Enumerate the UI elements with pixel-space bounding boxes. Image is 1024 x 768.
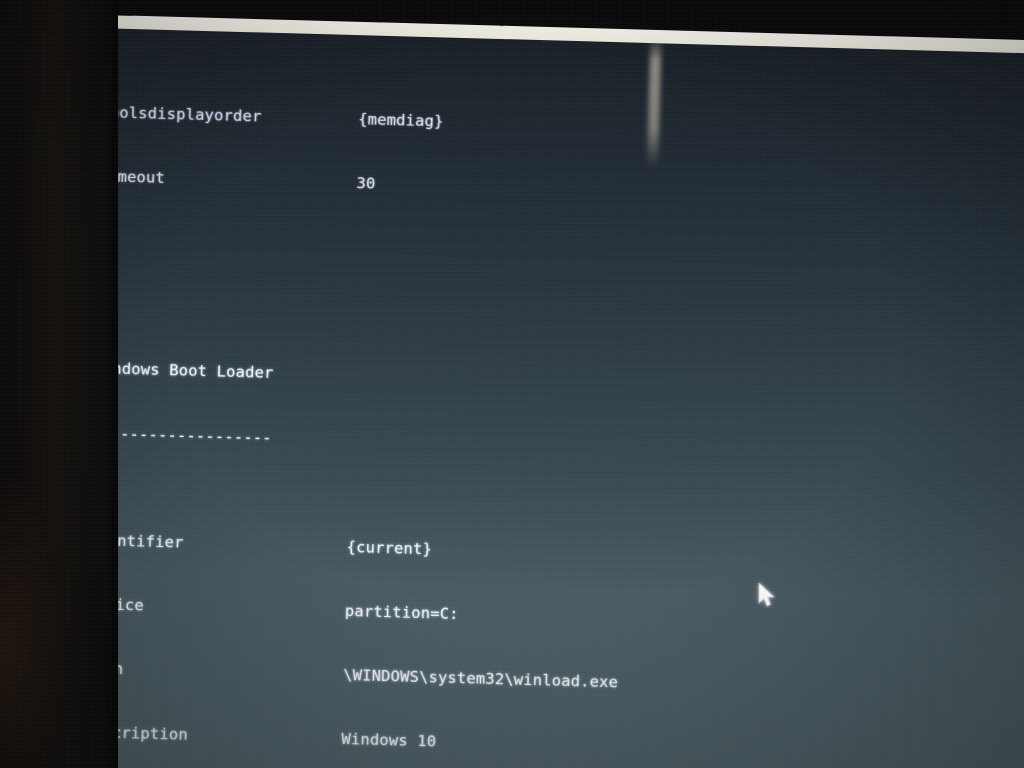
section-underline: ------------------- bbox=[91, 423, 272, 447]
bezel-reflection bbox=[0, 470, 60, 768]
console-output[interactable]: toolsdisplayorder {memdiag} timeout 30 Win… bbox=[48, 16, 1024, 768]
bcd-value: {memdiag} bbox=[357, 109, 444, 131]
mouse-pointer bbox=[758, 583, 775, 607]
bcd-key: description bbox=[83, 723, 189, 745]
screen-surface: C:\ Administrator: Command Prompt toolsd… bbox=[73, 0, 1024, 768]
bcd-value: \WINDOWS\system32\winload.exe bbox=[342, 666, 619, 692]
monitor-photo: C:\ Administrator: Command Prompt toolsd… bbox=[0, 0, 1024, 768]
command-prompt-window: C:\ Administrator: Command Prompt toolsd… bbox=[73, 0, 1024, 768]
bcd-key: path bbox=[85, 658, 343, 686]
bcd-key: device bbox=[87, 594, 345, 622]
console-line: identifier {current} bbox=[88, 530, 1024, 577]
section-heading: Windows Boot Loader bbox=[93, 359, 274, 383]
console-line: description Windows 10 bbox=[83, 722, 1023, 768]
console-line: path\WINDOWS\system32\winload.exe bbox=[85, 658, 1024, 705]
console-line: toolsdisplayorder {memdiag} bbox=[100, 102, 1024, 149]
bcd-value: Windows 10 bbox=[341, 730, 437, 751]
bcd-value: 30 bbox=[356, 173, 376, 193]
console-line: devicepartition=C: bbox=[87, 594, 1024, 641]
bcd-key: identifier bbox=[88, 530, 184, 552]
console-line: timeout 30 bbox=[98, 166, 1024, 213]
bcd-value: {current} bbox=[346, 537, 433, 558]
bcd-key: timeout bbox=[98, 166, 166, 187]
bcd-value: partition=C: bbox=[344, 601, 459, 623]
bcd-key: toolsdisplayorder bbox=[100, 102, 262, 126]
